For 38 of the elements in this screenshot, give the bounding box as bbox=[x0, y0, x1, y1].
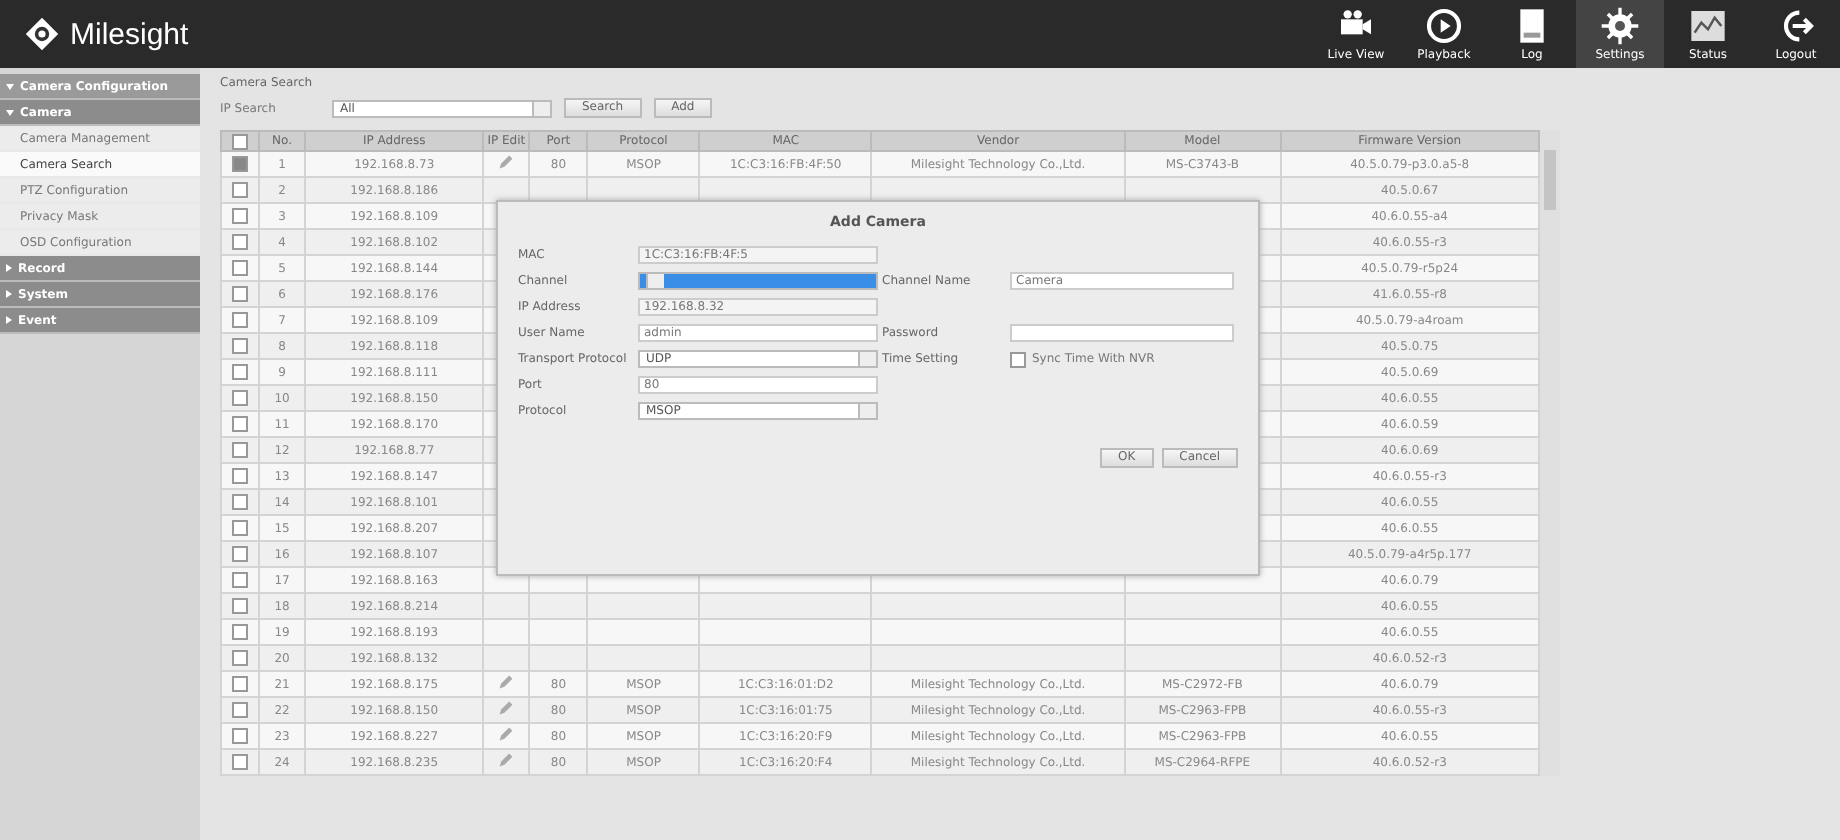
row-checkbox[interactable] bbox=[232, 754, 248, 770]
row-checkbox[interactable] bbox=[232, 520, 248, 536]
caret-icon bbox=[532, 101, 550, 115]
input-field[interactable] bbox=[1010, 324, 1234, 342]
caret-icon bbox=[858, 404, 876, 418]
row-checkbox[interactable] bbox=[232, 572, 248, 588]
caret-icon bbox=[646, 274, 664, 288]
row-checkbox[interactable] bbox=[232, 416, 248, 432]
settings-icon bbox=[1600, 6, 1640, 46]
row-checkbox[interactable] bbox=[232, 312, 248, 328]
play-icon bbox=[1424, 6, 1464, 46]
chart-icon bbox=[1688, 6, 1728, 46]
row-checkbox[interactable] bbox=[232, 702, 248, 718]
scrollbar[interactable] bbox=[1540, 130, 1560, 776]
row-checkbox[interactable] bbox=[232, 442, 248, 458]
row-checkbox[interactable] bbox=[232, 234, 248, 250]
row-checkbox[interactable] bbox=[232, 598, 248, 614]
row-checkbox[interactable] bbox=[232, 494, 248, 510]
select-all-checkbox[interactable] bbox=[232, 133, 248, 149]
logo-text: Milesight bbox=[70, 17, 189, 51]
row-checkbox[interactable] bbox=[232, 650, 248, 666]
row-checkbox[interactable] bbox=[232, 624, 248, 640]
row-checkbox[interactable] bbox=[232, 156, 248, 172]
row-checkbox[interactable] bbox=[232, 728, 248, 744]
row-checkbox[interactable] bbox=[232, 182, 248, 198]
row-checkbox[interactable] bbox=[232, 468, 248, 484]
dropdown[interactable] bbox=[638, 272, 878, 290]
row-checkbox[interactable] bbox=[232, 286, 248, 302]
caret-icon bbox=[858, 352, 876, 366]
row-checkbox[interactable] bbox=[232, 338, 248, 354]
row-checkbox[interactable] bbox=[232, 260, 248, 276]
row-checkbox[interactable] bbox=[232, 390, 248, 406]
checkbox[interactable] bbox=[1010, 351, 1026, 367]
row-checkbox[interactable] bbox=[232, 364, 248, 380]
row-checkbox[interactable] bbox=[232, 546, 248, 562]
row-checkbox[interactable] bbox=[232, 208, 248, 224]
row-checkbox[interactable] bbox=[232, 676, 248, 692]
logo-icon bbox=[24, 16, 60, 52]
